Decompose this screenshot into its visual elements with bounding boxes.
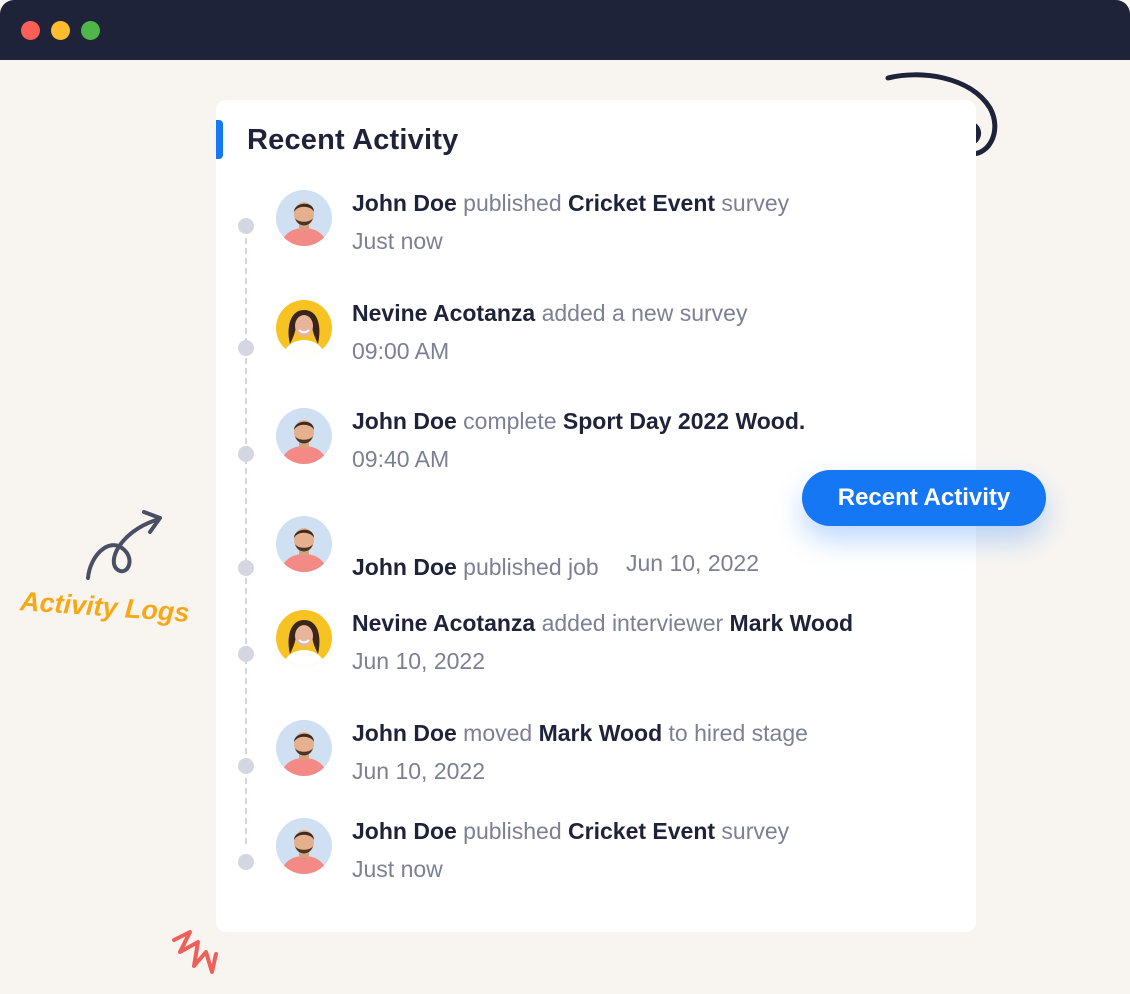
activity-description: John Doe published Cricket Event survey: [352, 818, 789, 845]
card-accent-bar: [216, 120, 223, 159]
activity-time: 09:40 AM: [352, 446, 450, 472]
activity-description: Nevine Acotanza added a new survey: [352, 300, 747, 327]
activity-description: John Doe moved Mark Wood to hired stage: [352, 720, 808, 747]
recent-activity-badge-button[interactable]: Recent Activity: [802, 470, 1046, 526]
activity-time: 09:00 AM: [352, 338, 450, 364]
activity-actor: Nevine Acotanza: [352, 300, 536, 326]
activity-time: Just now: [352, 856, 443, 882]
timeline-dot: [238, 446, 254, 462]
minimize-window-button[interactable]: [51, 21, 70, 40]
male-avatar: [276, 516, 332, 572]
activity-actor: John Doe: [352, 720, 457, 746]
male-avatar: [276, 190, 332, 246]
activity-description: John Doe published Cricket Event survey: [352, 190, 789, 217]
activity-time: Jun 10, 2022: [352, 758, 486, 784]
zigzag-scribble-icon: [172, 930, 218, 974]
card-title: Recent Activity: [247, 124, 459, 156]
activity-time: Just now: [352, 228, 443, 254]
activity-target: Mark Wood: [729, 610, 854, 636]
timeline-dot: [238, 560, 254, 576]
activity-action: survey: [715, 190, 790, 216]
activity-logs-label: Activity Logs: [19, 586, 191, 628]
timeline-dot: [238, 218, 254, 234]
timeline-dot: [238, 854, 254, 870]
activity-action: added a new survey: [535, 300, 748, 326]
activity-time: Jun 10, 2022: [352, 648, 486, 674]
female-avatar: [276, 610, 332, 666]
timeline-dot: [238, 340, 254, 356]
activity-target: Sport Day 2022 Wood.: [562, 408, 806, 434]
activity-actor: John Doe: [352, 190, 457, 216]
activity-actor: John Doe: [352, 554, 457, 580]
activity-description: Nevine Acotanza added interviewer Mark W…: [352, 610, 853, 637]
activity-action: complete: [456, 408, 563, 434]
activity-actor: John Doe: [352, 818, 457, 844]
maximize-window-button[interactable]: [81, 21, 100, 40]
activity-action: to hired stage: [662, 720, 808, 746]
male-avatar: [276, 720, 332, 776]
activity-action: published job: [456, 554, 599, 580]
curved-arrow-icon: [86, 510, 162, 580]
activity-action: published: [456, 818, 569, 844]
activity-time: Jun 10, 2022: [626, 550, 760, 576]
activity-description: John Doe published job: [352, 554, 599, 581]
activity-action: added interviewer: [535, 610, 730, 636]
timeline-line: [245, 218, 247, 844]
activity-action: survey: [715, 818, 790, 844]
activity-target: Cricket Event: [568, 818, 716, 844]
activity-actor: Nevine Acotanza: [352, 610, 536, 636]
female-avatar: [276, 300, 332, 356]
activity-action: published: [456, 190, 569, 216]
timeline-dot: [238, 758, 254, 774]
activity-target: Mark Wood: [538, 720, 663, 746]
activity-action: moved: [456, 720, 539, 746]
male-avatar: [276, 818, 332, 874]
timeline-dot: [238, 646, 254, 662]
activity-target: Cricket Event: [568, 190, 716, 216]
male-avatar: [276, 408, 332, 464]
activity-description: John Doe complete Sport Day 2022 Wood.: [352, 408, 805, 435]
activity-actor: John Doe: [352, 408, 457, 434]
close-window-button[interactable]: [21, 21, 40, 40]
window-titlebar: [0, 0, 1130, 60]
